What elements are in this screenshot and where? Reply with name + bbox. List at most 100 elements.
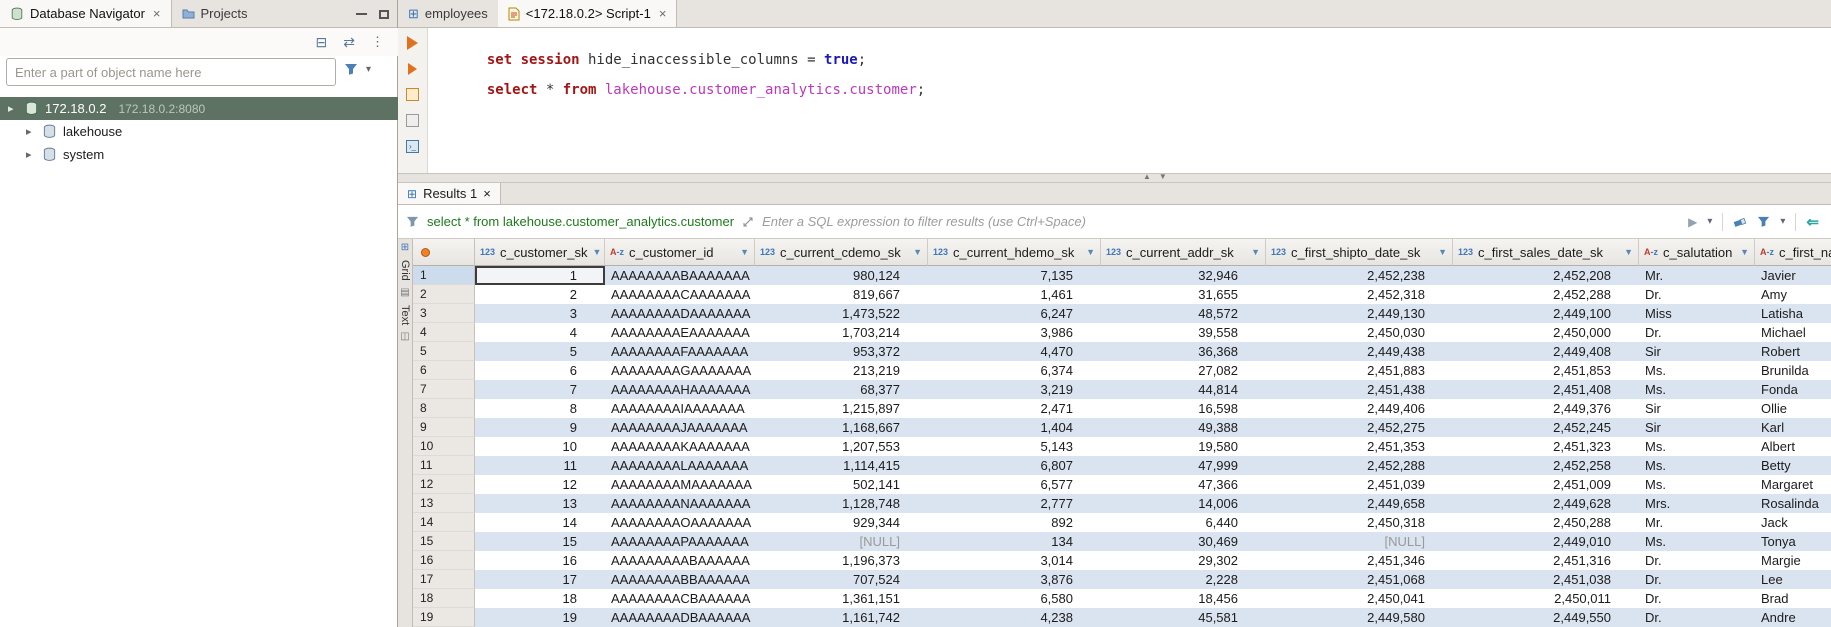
grid-cell[interactable]: 16 [475, 551, 605, 570]
grid-cell[interactable]: 17 [475, 570, 605, 589]
grid-cell[interactable]: 819,667 [755, 285, 928, 304]
grid-cell[interactable]: 1,215,897 [755, 399, 928, 418]
row-number[interactable]: 18 [413, 589, 475, 608]
grid-cell[interactable]: Mrs. [1639, 494, 1755, 513]
column-header-c_salutation[interactable]: A-zc_salutation▼ [1639, 239, 1755, 266]
grid-cell[interactable]: 6,374 [928, 361, 1101, 380]
filter-dropdown-icon[interactable]: ▾ [366, 64, 371, 75]
grid-cell[interactable]: AAAAAAAAEAAAAAAA [605, 323, 755, 342]
column-header-c_first_name[interactable]: A-zc_first_name▼ [1755, 239, 1831, 266]
grid-cell[interactable]: AAAAAAAAJAAAAAAA [605, 418, 755, 437]
row-number[interactable]: 9 [413, 418, 475, 437]
grid-cell[interactable]: 2,451,346 [1266, 551, 1453, 570]
grid-cell[interactable]: 47,366 [1101, 475, 1266, 494]
grid-cell[interactable]: 7 [475, 380, 605, 399]
grid-cell[interactable]: 4,238 [928, 608, 1101, 627]
grid-cell[interactable]: AAAAAAAAFAAAAAAA [605, 342, 755, 361]
grid-cell[interactable]: 18 [475, 589, 605, 608]
grid-cell[interactable]: 5 [475, 342, 605, 361]
grid-cell[interactable]: Javier [1755, 266, 1831, 285]
grid-cell[interactable]: Ms. [1639, 380, 1755, 399]
column-sort-icon[interactable]: ▼ [1251, 247, 1260, 257]
grid-cell[interactable]: Miss [1639, 304, 1755, 323]
grid-cell[interactable]: 49,388 [1101, 418, 1266, 437]
grid-cell[interactable]: 68,377 [755, 380, 928, 399]
grid-cell[interactable]: 6,440 [1101, 513, 1266, 532]
row-number[interactable]: 17 [413, 570, 475, 589]
grid-cell[interactable]: Sir [1639, 418, 1755, 437]
grid-cell[interactable]: 45,581 [1101, 608, 1266, 627]
grid-cell[interactable]: AAAAAAAADBAAAAAA [605, 608, 755, 627]
grid-cell[interactable]: AAAAAAAAPAAAAAAA [605, 532, 755, 551]
grid-cell[interactable]: 6,580 [928, 589, 1101, 608]
object-search-input[interactable] [6, 58, 336, 86]
erase-filter-icon[interactable] [1733, 216, 1747, 228]
grid-cell[interactable]: 39,558 [1101, 323, 1266, 342]
tab-employees[interactable]: ⊞ employees [398, 0, 498, 27]
grid-cell[interactable]: AAAAAAAAOAAAAAAA [605, 513, 755, 532]
row-number[interactable]: 14 [413, 513, 475, 532]
grid-corner-header[interactable] [413, 239, 475, 266]
grid-cell[interactable]: 2,450,011 [1453, 589, 1639, 608]
tree-item-connection[interactable]: ▸ 172.18.0.2 172.18.0.2:8080 [0, 97, 398, 120]
apply-filter-icon[interactable]: ▶ [1688, 215, 1697, 229]
grid-cell[interactable]: 13 [475, 494, 605, 513]
grid-cell[interactable]: Margaret [1755, 475, 1831, 494]
grid-cell[interactable]: 2,451,009 [1453, 475, 1639, 494]
grid-cell[interactable]: 1,703,214 [755, 323, 928, 342]
grid-cell[interactable]: 2,451,068 [1266, 570, 1453, 589]
grid-cell[interactable]: 2,450,318 [1266, 513, 1453, 532]
column-sort-icon[interactable]: ▼ [1086, 247, 1095, 257]
grid-cell[interactable]: 27,082 [1101, 361, 1266, 380]
row-number[interactable]: 7 [413, 380, 475, 399]
grid-cell[interactable]: Amy [1755, 285, 1831, 304]
grid-cell[interactable]: 12 [475, 475, 605, 494]
grid-cell[interactable]: 2,449,658 [1266, 494, 1453, 513]
grid-cell[interactable]: 1,404 [928, 418, 1101, 437]
row-number[interactable]: 4 [413, 323, 475, 342]
grid-cell[interactable]: AAAAAAAACBAAAAAA [605, 589, 755, 608]
grid-cell[interactable]: 2,452,238 [1266, 266, 1453, 285]
filter-funnel-icon[interactable] [344, 62, 358, 76]
record-mode-icon[interactable] [421, 248, 430, 257]
grid-cell[interactable]: 1,114,415 [755, 456, 928, 475]
explain-plan-icon[interactable] [406, 88, 419, 101]
grid-cell[interactable]: 1,207,553 [755, 437, 928, 456]
filter-options-icon[interactable]: ▾ [1780, 216, 1785, 227]
grid-cell[interactable]: 2,451,039 [1266, 475, 1453, 494]
grid-cell[interactable]: AAAAAAAABBAAAAAA [605, 570, 755, 589]
grid-cell[interactable]: Tonya [1755, 532, 1831, 551]
grid-cell[interactable]: Ollie [1755, 399, 1831, 418]
grid-cell[interactable]: 6 [475, 361, 605, 380]
grid-cell[interactable]: Dr. [1639, 551, 1755, 570]
grid-cell[interactable]: Brunilda [1755, 361, 1831, 380]
grid-cell[interactable]: AAAAAAAAMAAAAAAA [605, 475, 755, 494]
grid-cell[interactable]: Sir [1639, 342, 1755, 361]
row-number[interactable]: 2 [413, 285, 475, 304]
grid-cell[interactable]: 16,598 [1101, 399, 1266, 418]
grid-cell[interactable]: Jack [1755, 513, 1831, 532]
grid-cell[interactable]: 6,577 [928, 475, 1101, 494]
grid-cell[interactable]: 1 [475, 266, 605, 285]
grid-cell[interactable]: 29,302 [1101, 551, 1266, 570]
grid-cell[interactable]: 2,451,438 [1266, 380, 1453, 399]
column-sort-icon[interactable]: ▼ [1624, 247, 1633, 257]
grid-cell[interactable]: Brad [1755, 589, 1831, 608]
row-number[interactable]: 6 [413, 361, 475, 380]
grid-cell[interactable]: 707,524 [755, 570, 928, 589]
grid-cell[interactable]: 3,986 [928, 323, 1101, 342]
grid-cell[interactable]: 2,449,376 [1453, 399, 1639, 418]
grid-cell[interactable]: Karl [1755, 418, 1831, 437]
row-number[interactable]: 15 [413, 532, 475, 551]
grid-cell[interactable]: Dr. [1639, 323, 1755, 342]
grid-cell[interactable]: 2,449,406 [1266, 399, 1453, 418]
grid-cell[interactable]: 1,361,151 [755, 589, 928, 608]
grid-cell[interactable]: Rosalinda [1755, 494, 1831, 513]
sash-up-icon[interactable]: ▲ [1143, 172, 1151, 181]
filter-query-text[interactable]: select * from lakehouse.customer_analyti… [427, 214, 734, 229]
column-header-c_current_addr_sk[interactable]: 123c_current_addr_sk▼ [1101, 239, 1266, 266]
grid-cell[interactable]: 3,014 [928, 551, 1101, 570]
grid-cell[interactable]: 2,451,853 [1453, 361, 1639, 380]
grid-cell[interactable]: 14 [475, 513, 605, 532]
grid-cell[interactable]: Lee [1755, 570, 1831, 589]
